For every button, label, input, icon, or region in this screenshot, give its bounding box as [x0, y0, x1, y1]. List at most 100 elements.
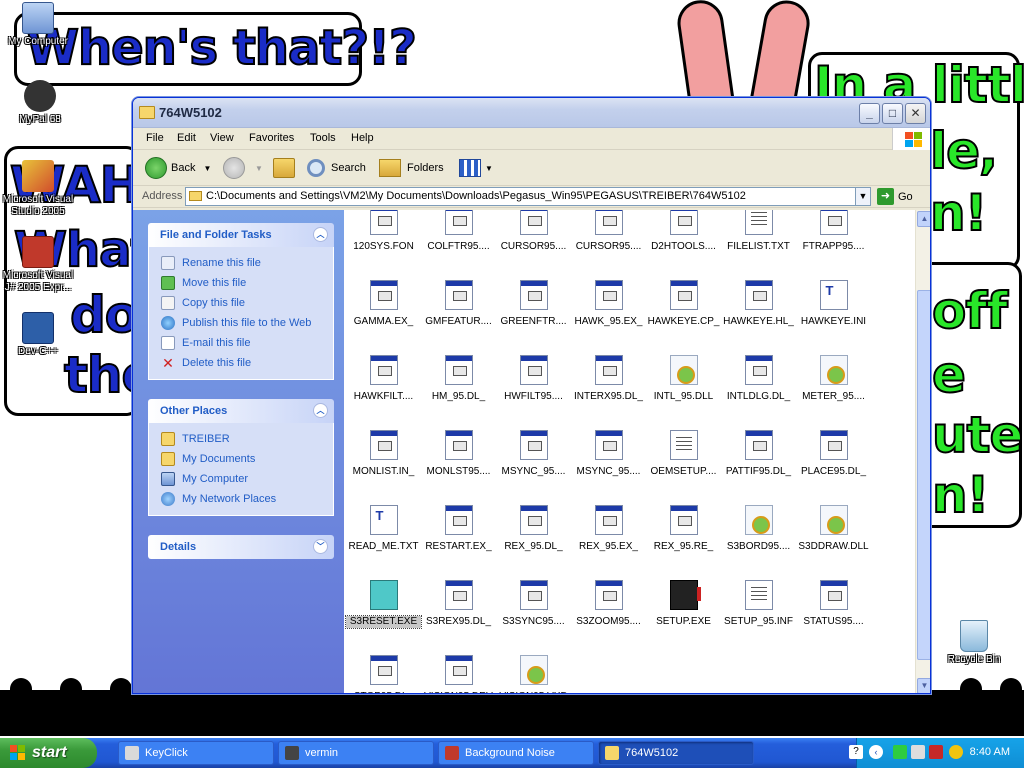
green-status-icon[interactable]: [893, 745, 907, 759]
file-item[interactable]: VISION95.VXD: [496, 655, 571, 693]
file-item[interactable]: D2HTOOLS....: [646, 210, 721, 253]
file-item[interactable]: INTERX95.DL_: [571, 355, 646, 403]
file-item[interactable]: CURSOR95....: [496, 210, 571, 253]
task-publish-web[interactable]: Publish this file to the Web: [149, 313, 333, 333]
search-button[interactable]: Search: [307, 155, 366, 181]
scroll-down-arrow[interactable]: ▼: [917, 678, 930, 693]
file-item[interactable]: S3DDRAW.DLL: [796, 505, 871, 553]
file-item[interactable]: HM_95.DL_: [421, 355, 496, 403]
desktop-icon-mypal[interactable]: MyPal 68: [0, 80, 80, 126]
desktop-icon-recycle-bin[interactable]: Recycle Bin: [934, 620, 1014, 666]
file-item[interactable]: OEMSETUP....: [646, 430, 721, 478]
file-item[interactable]: STATUS95....: [796, 580, 871, 628]
place-my-computer[interactable]: My Computer: [149, 469, 333, 489]
file-item[interactable]: HAWKEYE.INI: [796, 280, 871, 328]
start-button[interactable]: start: [0, 738, 97, 768]
file-item[interactable]: CURSOR95....: [571, 210, 646, 253]
file-item[interactable]: SETUP.EXE: [646, 580, 721, 628]
menu-favorites[interactable]: Favorites: [249, 132, 294, 144]
file-item[interactable]: REX_95.RE_: [646, 505, 721, 553]
desktop-icon-visual-jsharp[interactable]: Microsoft Visual J# 2005 Expr...: [0, 236, 78, 294]
file-item[interactable]: GREENFTR....: [496, 280, 571, 328]
back-button[interactable]: Back ▼: [145, 155, 211, 181]
menu-help[interactable]: Help: [351, 132, 374, 144]
forward-button[interactable]: ▼: [223, 155, 263, 181]
file-item[interactable]: S3BORD95....: [721, 505, 796, 553]
file-item[interactable]: MSYNC_95....: [496, 430, 571, 478]
task-move-file[interactable]: Move this file: [149, 273, 333, 293]
place-treiber[interactable]: TREIBER: [149, 429, 333, 449]
panel-header[interactable]: File and Folder Tasks ︿: [148, 223, 334, 247]
file-item[interactable]: MONLIST.IN_: [346, 430, 421, 478]
chevron-down-icon[interactable]: ﹀: [313, 539, 328, 554]
chevron-down-icon[interactable]: ▼: [255, 164, 263, 173]
chevron-down-icon[interactable]: ▼: [203, 164, 211, 173]
menu-view[interactable]: View: [210, 132, 234, 144]
views-button[interactable]: ▼: [459, 155, 493, 181]
desktop-icon-my-computer[interactable]: My Computer: [0, 2, 78, 48]
file-item[interactable]: REX_95.DL_: [496, 505, 571, 553]
file-item[interactable]: GMFEATUR....: [421, 280, 496, 328]
task-delete-file[interactable]: ✕ Delete this file: [149, 353, 333, 373]
file-item[interactable]: COLFTR95....: [421, 210, 496, 253]
file-item[interactable]: RESTART.EX_: [421, 505, 496, 553]
file-item[interactable]: S3REX95.DL_: [421, 580, 496, 628]
maximize-button[interactable]: □: [882, 103, 903, 124]
file-item[interactable]: S3ZOOM95....: [571, 580, 646, 628]
close-button[interactable]: ✕: [905, 103, 926, 124]
help-icon[interactable]: ?: [849, 745, 863, 759]
minimize-button[interactable]: _: [859, 103, 880, 124]
file-item[interactable]: SETUP_95.INF: [721, 580, 796, 628]
chevron-left-icon[interactable]: ‹: [869, 745, 883, 759]
vertical-scrollbar[interactable]: ▲ ▼: [915, 210, 930, 693]
file-item[interactable]: METER_95....: [796, 355, 871, 403]
folders-button[interactable]: Folders: [379, 155, 444, 181]
chevron-down-icon[interactable]: ▼: [485, 164, 493, 173]
task-rename-file[interactable]: Rename this file: [149, 253, 333, 273]
file-item[interactable]: PLACE95.DL_: [796, 430, 871, 478]
taskbar-button-background-noise[interactable]: Background Noise: [438, 741, 594, 765]
file-item[interactable]: 120SYS.FON: [346, 210, 421, 253]
file-item[interactable]: FILELIST.TXT: [721, 210, 796, 253]
file-item[interactable]: HAWKEYE.HL_: [721, 280, 796, 328]
menu-edit[interactable]: Edit: [177, 132, 196, 144]
file-item[interactable]: GAMMA.EX_: [346, 280, 421, 328]
file-item[interactable]: READ_ME.TXT: [346, 505, 421, 553]
desktop-icon-devcpp[interactable]: Dev-C++: [0, 312, 78, 358]
task-copy-file[interactable]: Copy this file: [149, 293, 333, 313]
file-item[interactable]: INTL_95.DLL: [646, 355, 721, 403]
file-item[interactable]: HAWK_95.EX_: [571, 280, 646, 328]
file-item[interactable]: PATTIF95.DL_: [721, 430, 796, 478]
clock[interactable]: 8:40 AM: [970, 746, 1010, 758]
panel-header[interactable]: Other Places ︿: [148, 399, 334, 423]
taskbar-button-explorer[interactable]: 764W5102: [598, 741, 754, 765]
file-item[interactable]: MONLST95....: [421, 430, 496, 478]
file-item[interactable]: REX_95.EX_: [571, 505, 646, 553]
file-item[interactable]: HAWKEYE.CP_: [646, 280, 721, 328]
up-button[interactable]: [273, 155, 295, 181]
file-item[interactable]: HAWKFILT....: [346, 355, 421, 403]
file-item[interactable]: VISION95.DRV: [421, 655, 496, 693]
taskbar-button-keyclick[interactable]: KeyClick: [118, 741, 274, 765]
scroll-up-arrow[interactable]: ▲: [917, 211, 930, 227]
speaker-icon[interactable]: [949, 745, 963, 759]
title-bar[interactable]: 764W5102 _ □ ✕: [133, 98, 930, 128]
file-item[interactable]: INTLDLG.DL_: [721, 355, 796, 403]
file-item[interactable]: S3SYNC95....: [496, 580, 571, 628]
go-button[interactable]: ➜ Go: [877, 188, 913, 205]
panel-header[interactable]: Details ﹀: [148, 535, 334, 559]
address-dropdown-button[interactable]: ▼: [855, 187, 871, 206]
place-my-documents[interactable]: My Documents: [149, 449, 333, 469]
file-item[interactable]: FTRAPP95....: [796, 210, 871, 253]
desktop-icon-visual-studio[interactable]: Microsoft Visual Studio 2005: [0, 160, 78, 218]
file-item[interactable]: MSYNC_95....: [571, 430, 646, 478]
file-item[interactable]: HWFILT95....: [496, 355, 571, 403]
scroll-thumb[interactable]: [917, 290, 930, 660]
network-tray-icon[interactable]: [929, 745, 943, 759]
address-input[interactable]: C:\Documents and Settings\VM2\My Documen…: [185, 187, 871, 206]
place-network[interactable]: My Network Places: [149, 489, 333, 509]
task-email-file[interactable]: E-mail this file: [149, 333, 333, 353]
menu-tools[interactable]: Tools: [310, 132, 336, 144]
volume-icon[interactable]: [911, 745, 925, 759]
file-item[interactable]: S3RESET.EXE: [345, 580, 422, 629]
